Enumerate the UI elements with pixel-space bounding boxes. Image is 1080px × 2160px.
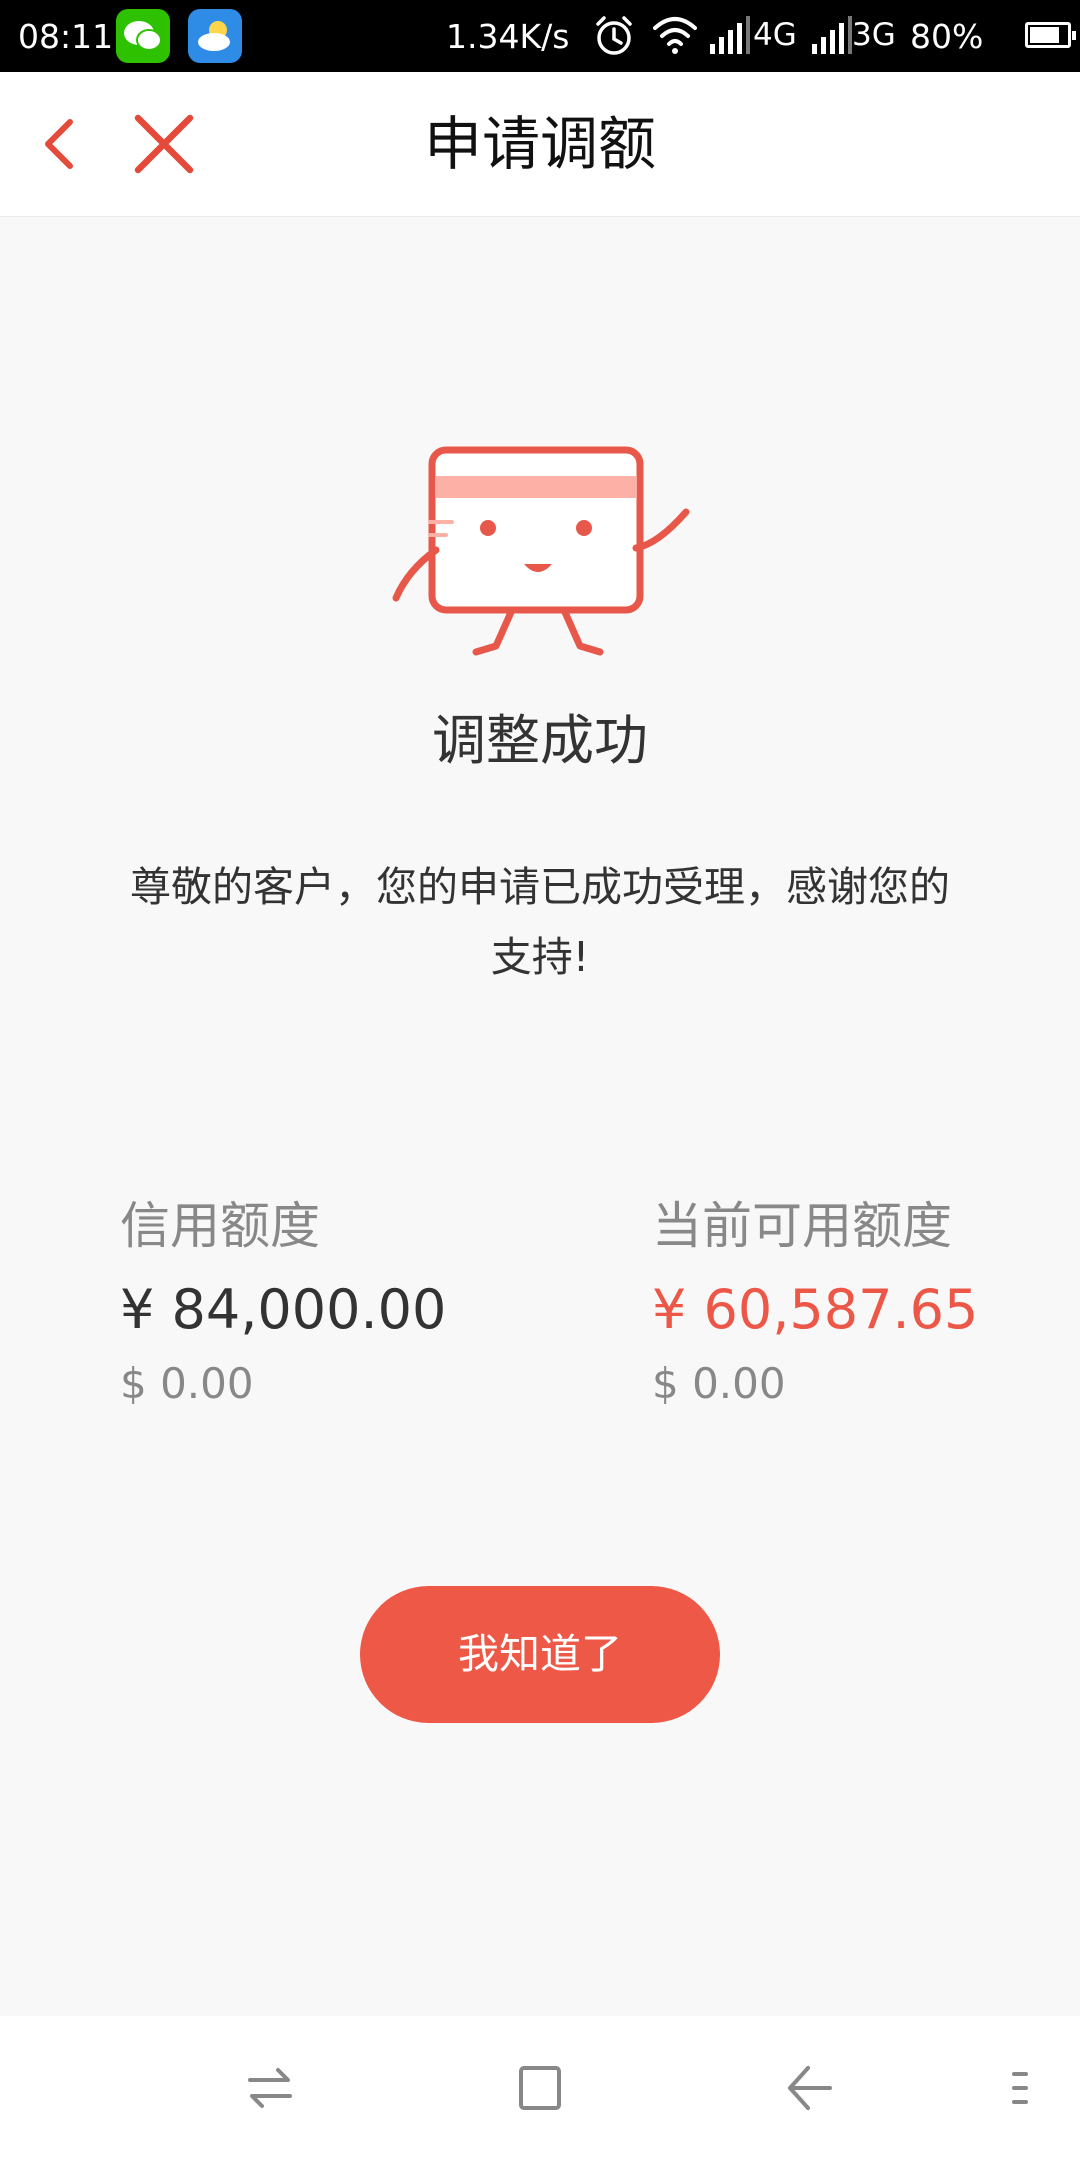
battery-percent: 80%: [910, 17, 984, 56]
home-square-icon[interactable]: [515, 2060, 565, 2116]
network-type-2: 3G: [852, 17, 896, 53]
signal-icon: [812, 16, 852, 54]
result-message: 尊敬的客户，您的申请已成功受理，感谢您的支持!: [130, 863, 950, 981]
available-limit-label: 当前可用额度: [652, 1197, 952, 1255]
back-arrow-icon[interactable]: [784, 2060, 834, 2116]
network-speed: 1.34K/s: [446, 17, 570, 56]
credit-limit-block: 信用额度 ¥ 84,000.00 $ 0.00: [120, 1190, 446, 1414]
menu-icon[interactable]: [1008, 2060, 1032, 2116]
signal-icon: [710, 16, 750, 54]
available-limit-amount-usd: $ 0.00: [652, 1359, 786, 1408]
result-title: 调整成功: [432, 709, 648, 772]
confirm-button[interactable]: 我知道了: [360, 1586, 720, 1723]
page-title: 申请调额: [423, 110, 656, 178]
wifi-icon: [653, 17, 697, 54]
available-limit-block: 当前可用额度 ¥ 60,587.65 $ 0.00: [652, 1190, 978, 1414]
navigation-bar: [0, 2016, 1080, 2160]
credit-limit-label: 信用额度: [120, 1197, 320, 1255]
credit-card-mascot-icon: [392, 446, 690, 656]
switch-icon[interactable]: [246, 2060, 294, 2116]
available-limit-amount-cny: ¥ 60,587.65: [652, 1278, 979, 1341]
status-bar: 08:11 1.34K/s 4G 3G 80%: [0, 0, 1080, 72]
status-time: 08:11: [18, 17, 114, 56]
credit-limit-amount-usd: $ 0.00: [120, 1359, 254, 1408]
header: 申请调额: [0, 72, 1080, 217]
credit-limit-amount-cny: ¥ 84,000.00: [120, 1278, 447, 1341]
alarm-icon: [596, 16, 632, 55]
weather-icon: [188, 9, 242, 63]
battery-icon: [1025, 22, 1076, 48]
network-type-1: 4G: [753, 17, 797, 53]
wechat-icon: [116, 9, 170, 63]
